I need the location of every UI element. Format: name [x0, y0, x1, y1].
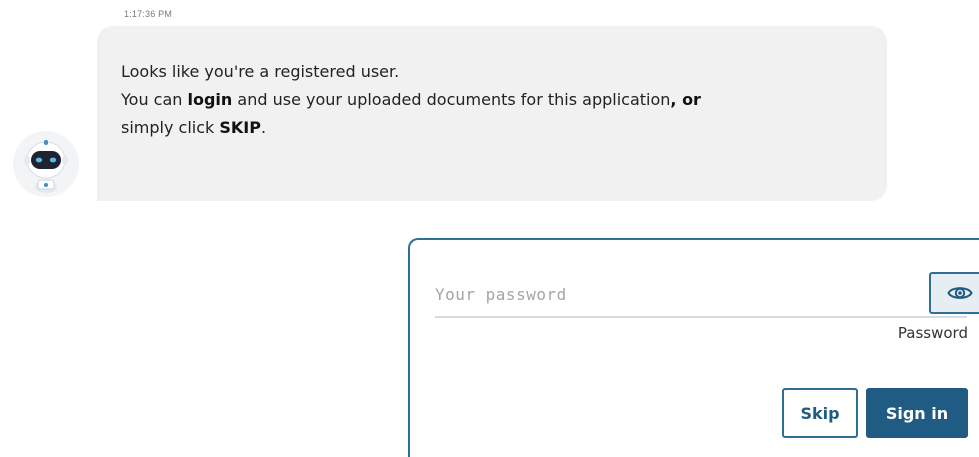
message-bold-login: login: [187, 90, 233, 109]
password-input[interactable]: [435, 280, 895, 308]
message-text-prefix: You can: [121, 90, 188, 109]
chat-container: 1:17:36 PM Looks like you're a registere…: [0, 0, 979, 457]
password-label: Password: [897, 324, 968, 342]
bot-message-bubble: Looks like you're a registered user. You…: [97, 26, 887, 201]
message-bold-comma: ,: [670, 90, 683, 109]
message-text-middle: and use your uploaded documents for this…: [232, 90, 671, 109]
message-text-simply: simply click: [121, 118, 220, 137]
message-text-period: .: [260, 118, 267, 137]
sign-in-button[interactable]: Sign in: [866, 388, 968, 438]
toggle-password-visibility-button[interactable]: [929, 272, 979, 314]
message-line-3: simply click SKIP.: [121, 114, 863, 142]
skip-button[interactable]: Skip: [782, 388, 858, 438]
message-timestamp: 1:17:36 PM: [124, 9, 173, 19]
bot-avatar: [13, 131, 79, 197]
message-line-2: You can login and use your uploaded docu…: [121, 86, 863, 114]
message-bold-skip: SKIP: [219, 118, 261, 137]
login-form: Password Skip Sign in: [408, 238, 979, 457]
message-bold-or: or: [682, 90, 701, 109]
robot-icon: [24, 140, 68, 193]
message-text-registered: Looks like you're a registered user.: [121, 62, 400, 81]
message-line-1: Looks like you're a registered user.: [121, 58, 863, 86]
eye-icon: [947, 287, 973, 299]
password-field-wrapper: [435, 272, 979, 318]
